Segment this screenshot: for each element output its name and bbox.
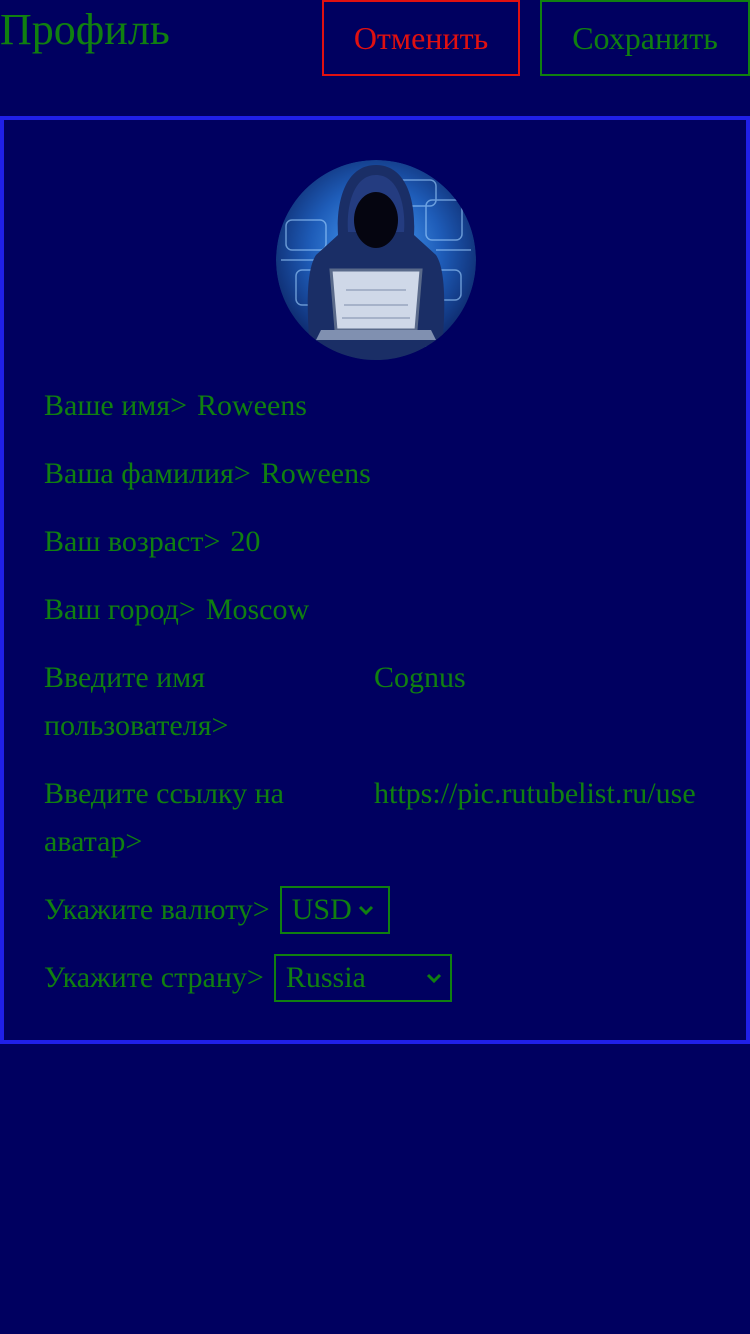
username-label: Введите имя пользователя> bbox=[44, 661, 229, 742]
avatar-url-label: Введите ссылку на аватар> bbox=[44, 777, 284, 858]
age-value: 20 bbox=[230, 525, 261, 558]
hooded-hacker-avatar-icon bbox=[276, 160, 476, 360]
cancel-button[interactable]: Отменить bbox=[322, 0, 520, 76]
avatar bbox=[276, 160, 476, 360]
avatar-url-input[interactable] bbox=[374, 770, 710, 818]
age-label: Ваш возраст> bbox=[44, 525, 221, 558]
country-row: Укажите страну> Russia bbox=[44, 954, 710, 1002]
profile-page: Профиль Отменить Сохранить Ваше имя> Row… bbox=[0, 0, 750, 1334]
currency-selected: USD bbox=[291, 893, 352, 926]
country-selected: Russia bbox=[285, 961, 366, 994]
city-row: Ваш город> Moscow bbox=[44, 586, 710, 634]
city-value: Moscow bbox=[205, 593, 310, 626]
page-title: Профиль bbox=[0, 5, 170, 54]
last-name-value: Roweens bbox=[260, 457, 371, 490]
currency-label: Укажите валюту> bbox=[44, 893, 270, 926]
currency-row: Укажите валюту> USD bbox=[44, 886, 710, 934]
username-input[interactable] bbox=[374, 654, 710, 702]
city-label: Ваш город> bbox=[44, 593, 196, 626]
first-name-label: Ваше имя> bbox=[44, 389, 187, 422]
last-name-label: Ваша фамилия> bbox=[44, 457, 251, 490]
last-name-row: Ваша фамилия> Roweens bbox=[44, 450, 710, 498]
chevron-down-icon bbox=[358, 905, 373, 916]
profile-card: Ваше имя> Roweens Ваша фамилия> Roweens … bbox=[0, 116, 750, 1044]
first-name-row: Ваше имя> Roweens bbox=[44, 382, 710, 430]
country-select[interactable]: Russia bbox=[273, 954, 452, 1002]
currency-select[interactable]: USD bbox=[279, 886, 390, 934]
username-row: Введите имя пользователя> bbox=[44, 654, 710, 750]
chevron-down-icon bbox=[426, 973, 441, 984]
age-row: Ваш возраст> 20 bbox=[44, 518, 710, 566]
country-label: Укажите страну> bbox=[44, 961, 264, 994]
avatar-url-row: Введите ссылку на аватар> bbox=[44, 770, 710, 866]
first-name-value: Roweens bbox=[197, 389, 307, 422]
save-button[interactable]: Сохранить bbox=[540, 0, 750, 76]
